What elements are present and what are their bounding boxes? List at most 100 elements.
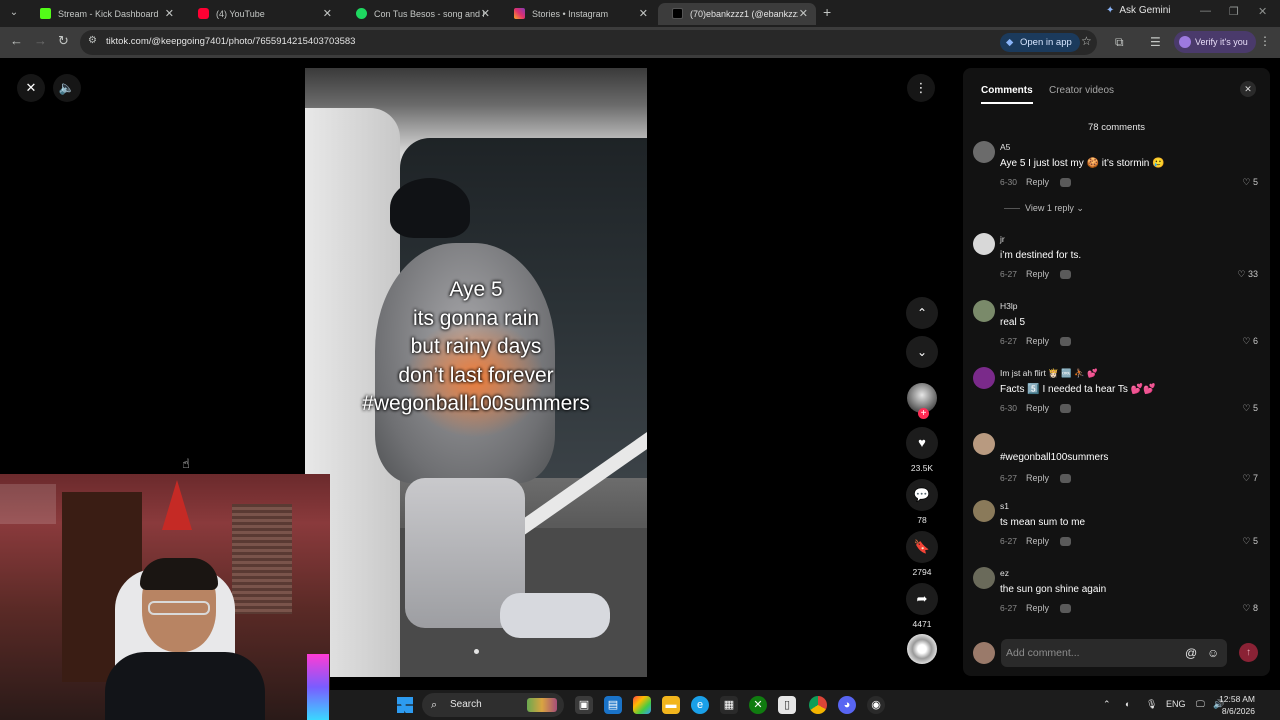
taskbar-search[interactable]: ⌕ Search: [422, 693, 564, 717]
view-replies-button[interactable]: View 1 reply ⌄: [1004, 203, 1084, 214]
discord-icon[interactable]: ◕: [838, 696, 856, 714]
commenter-name[interactable]: s1: [1000, 501, 1009, 511]
language-indicator[interactable]: ENG: [1166, 699, 1186, 709]
reply-button[interactable]: Reply: [1026, 177, 1049, 187]
comment-like-button[interactable]: ♡ 8: [1242, 603, 1258, 614]
tab-youtube[interactable]: (4) YouTube ✕: [184, 3, 340, 25]
close-tab-icon[interactable]: ✕: [323, 3, 332, 25]
open-in-app-button[interactable]: ◆ Open in app: [1000, 33, 1080, 52]
comment-text: Facts 5️⃣ I needed ta hear Ts 💕💕: [1000, 384, 1156, 395]
commenter-name[interactable]: Im jst ah flirt 👸🏻 🆒 ⛹🏽 💕: [1000, 368, 1098, 379]
previous-post-icon[interactable]: ⌃: [906, 297, 938, 329]
send-comment-icon[interactable]: ↑: [1239, 643, 1258, 662]
microphone-icon[interactable]: 🎙: [1146, 699, 1157, 710]
reply-button[interactable]: Reply: [1026, 536, 1049, 546]
reload-icon[interactable]: ↻: [58, 33, 69, 49]
commenter-name[interactable]: H3lp: [1000, 301, 1017, 311]
next-post-icon[interactable]: ⌄: [906, 336, 938, 368]
comment-like-button[interactable]: ♡ 6: [1242, 336, 1258, 347]
address-bar[interactable]: ⚙ tiktok.com/@keepgoing7401/photo/765591…: [80, 30, 1097, 55]
bookmark-star-icon[interactable]: ☆: [1081, 34, 1092, 48]
close-tab-icon[interactable]: ✕: [639, 3, 648, 25]
restore-icon[interactable]: ❐: [1229, 5, 1239, 18]
save-count: 2794: [912, 567, 932, 577]
url-text[interactable]: tiktok.com/@keepgoing7401/photo/76559142…: [106, 36, 355, 47]
comment-like-button[interactable]: ♡ 33: [1237, 269, 1258, 280]
tab-kick-dashboard[interactable]: Stream - Kick Dashboard ✕: [26, 3, 182, 25]
tab-search-icon[interactable]: ⌄: [6, 6, 22, 20]
commenter-avatar[interactable]: [973, 233, 995, 255]
commenter-avatar[interactable]: [973, 300, 995, 322]
comment-like-button[interactable]: ♡ 5: [1242, 177, 1258, 188]
emoji-icon[interactable]: ☺: [1207, 639, 1219, 667]
store-icon[interactable]: ▦: [720, 696, 738, 714]
xbox-icon[interactable]: ✕: [749, 696, 767, 714]
close-tab-icon[interactable]: ✕: [165, 3, 174, 25]
commenter-name[interactable]: ez: [1000, 568, 1009, 578]
follow-plus-icon[interactable]: +: [918, 408, 929, 419]
comment-item: A5 Aye 5 I just lost my 🍪 it’s stormin 🥲…: [963, 141, 1270, 201]
tray-overflow-icon[interactable]: ⌃: [1103, 699, 1111, 710]
comment-like-button[interactable]: ♡ 7: [1242, 473, 1258, 484]
add-comment-input[interactable]: Add comment... @ ☺: [1001, 639, 1227, 667]
widgets-icon[interactable]: ▤: [604, 696, 622, 714]
copilot-icon[interactable]: [633, 696, 651, 714]
new-tab-icon[interactable]: +: [823, 4, 831, 20]
tab-tiktok[interactable]: (70)ebankzzz1 (@ebankzzz1) | T ✕: [658, 3, 816, 25]
close-panel-icon[interactable]: ✕: [1240, 81, 1256, 97]
comment-like-button[interactable]: ♡ 5: [1242, 403, 1258, 414]
close-viewer-icon[interactable]: ✕: [17, 74, 45, 102]
chrome-icon[interactable]: [809, 696, 827, 714]
edge-icon[interactable]: e: [691, 696, 709, 714]
site-info-icon[interactable]: ⚙: [88, 35, 97, 46]
windows-start-icon[interactable]: [397, 697, 413, 713]
tab-creator-videos[interactable]: Creator videos: [1049, 85, 1114, 96]
tab-spotify[interactable]: Con Tus Besos - song and lyric ✕: [342, 3, 498, 25]
taskbar-clock[interactable]: 12:58 AM 8/6/2026: [1203, 693, 1255, 717]
notepad-icon[interactable]: ▯: [778, 696, 796, 714]
music-disc-icon[interactable]: [907, 634, 937, 664]
webcam-overlay: [0, 474, 330, 720]
comment-like-button[interactable]: ♡ 5: [1242, 536, 1258, 547]
reply-button[interactable]: Reply: [1026, 269, 1049, 279]
browser-menu-icon[interactable]: ⋮: [1259, 34, 1271, 48]
commenter-name[interactable]: jr: [1000, 234, 1005, 244]
more-options-icon[interactable]: ⋮: [907, 74, 935, 102]
tab-comments[interactable]: Comments: [981, 85, 1033, 96]
forward-icon[interactable]: →: [34, 33, 47, 48]
tab-instagram[interactable]: Stories • Instagram ✕: [500, 3, 656, 25]
kick-icon: [40, 8, 51, 19]
extensions-icon[interactable]: ⧉: [1115, 35, 1124, 50]
reply-button[interactable]: Reply: [1026, 473, 1049, 483]
commenter-avatar[interactable]: [973, 367, 995, 389]
reply-button[interactable]: Reply: [1026, 336, 1049, 346]
close-tab-icon[interactable]: ✕: [481, 3, 490, 25]
reply-button[interactable]: Reply: [1026, 603, 1049, 613]
mention-icon[interactable]: @: [1185, 639, 1197, 667]
share-icon[interactable]: ➦: [906, 583, 938, 615]
commenter-avatar[interactable]: [973, 141, 995, 163]
comment-icon[interactable]: 💬: [906, 479, 938, 511]
commenter-avatar[interactable]: [973, 500, 995, 522]
bookmark-icon[interactable]: 🔖: [906, 531, 938, 563]
minimize-icon[interactable]: —: [1200, 5, 1211, 17]
like-icon[interactable]: ♥: [906, 427, 938, 459]
carousel-dot[interactable]: [474, 649, 479, 654]
reading-list-icon[interactable]: ☰: [1150, 35, 1161, 49]
task-view-icon[interactable]: ▣: [575, 696, 593, 714]
back-icon[interactable]: ←: [10, 33, 23, 48]
ask-gemini-button[interactable]: ✦ Ask Gemini: [1106, 5, 1171, 16]
commenter-avatar[interactable]: [973, 567, 995, 589]
reply-button[interactable]: Reply: [1026, 403, 1049, 413]
commenter-name[interactable]: A5: [1000, 142, 1010, 152]
obs-icon[interactable]: ◉: [867, 696, 885, 714]
close-window-icon[interactable]: ✕: [1258, 5, 1267, 18]
tray-app-icon[interactable]: ◐: [1125, 699, 1130, 709]
file-explorer-icon[interactable]: ▬: [662, 696, 680, 714]
verify-profile-button[interactable]: Verify it's you: [1174, 31, 1256, 53]
search-highlight-icon: [527, 698, 557, 712]
volume-icon[interactable]: 🔈: [53, 74, 81, 102]
post-photo[interactable]: Aye 5 its gonna rain but rainy days don’…: [305, 68, 647, 677]
close-tab-icon[interactable]: ✕: [799, 3, 808, 25]
commenter-avatar[interactable]: [973, 433, 995, 455]
